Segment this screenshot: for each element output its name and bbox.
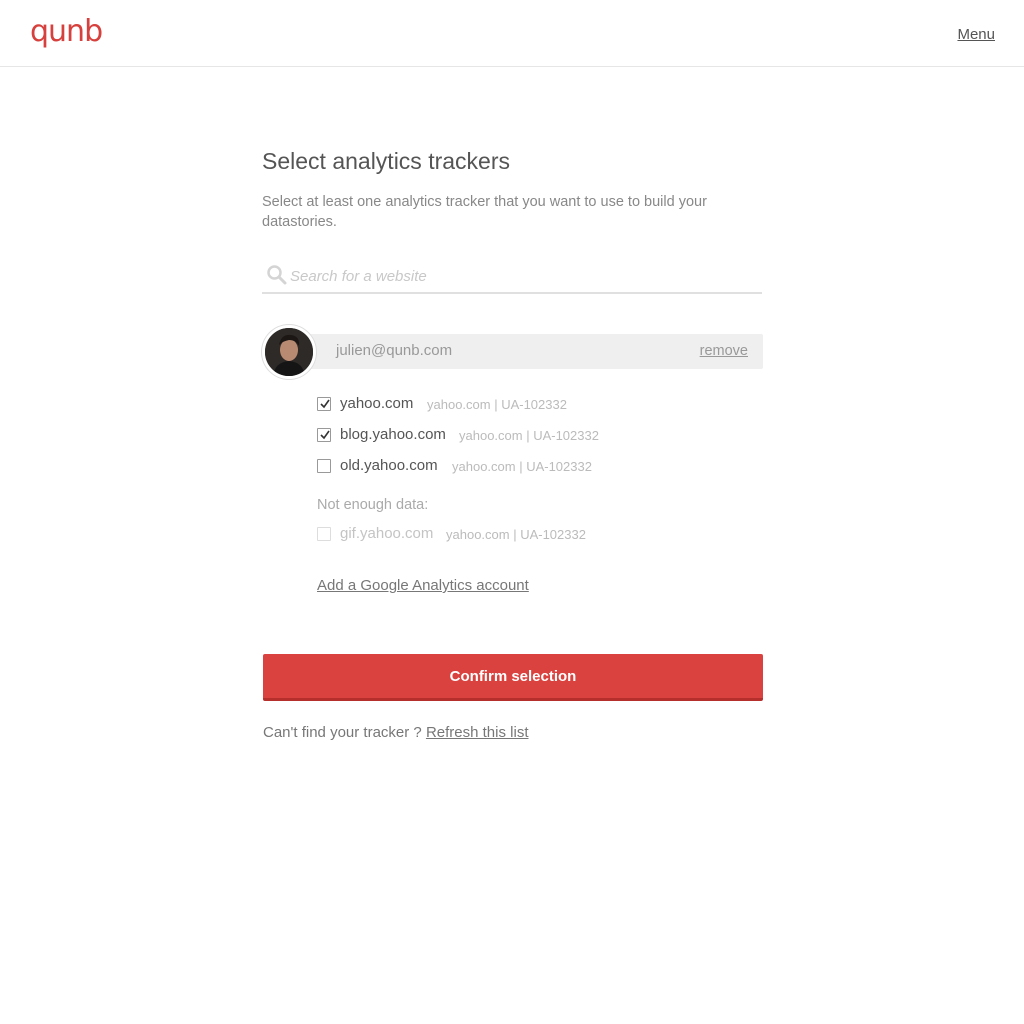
add-google-analytics-account-link[interactable]: Add a Google Analytics account (317, 577, 529, 594)
qunb-logo[interactable]: qunb (30, 14, 103, 50)
tracker-meta: yahoo.com | UA-102332 (452, 459, 592, 474)
tracker-checkbox-disabled (317, 527, 331, 541)
top-header: qunb Menu (0, 0, 1024, 67)
tracker-item[interactable]: old.yahoo.com yahoo.com | UA-102332 (317, 456, 757, 476)
menu-link[interactable]: Menu (957, 26, 995, 43)
page-title: Select analytics trackers (262, 148, 510, 174)
tracker-checkbox[interactable] (317, 428, 331, 442)
tracker-meta: yahoo.com | UA-102332 (427, 397, 567, 412)
checkmark-icon (320, 430, 330, 440)
tracker-name: yahoo.com (340, 395, 414, 412)
confirm-selection-button[interactable]: Confirm selection (263, 654, 763, 701)
cant-find-text: Can't find your tracker ? (263, 724, 422, 741)
user-avatar-icon (265, 328, 313, 376)
tracker-meta: yahoo.com | UA-102332 (459, 428, 599, 443)
refresh-list-link[interactable]: Refresh this list (426, 724, 529, 741)
tracker-name: gif.yahoo.com (340, 525, 434, 542)
checkmark-icon (320, 399, 330, 409)
avatar (262, 325, 316, 379)
tracker-name: old.yahoo.com (340, 457, 438, 474)
tracker-item[interactable]: blog.yahoo.com yahoo.com | UA-102332 (317, 425, 757, 445)
search-icon (266, 264, 288, 286)
tracker-checkbox[interactable] (317, 459, 331, 473)
remove-account-link[interactable]: remove (700, 343, 748, 359)
account-email: julien@qunb.com (336, 342, 453, 359)
tracker-name: blog.yahoo.com (340, 426, 446, 443)
tracker-meta: yahoo.com | UA-102332 (446, 527, 586, 542)
page-subtitle: Select at least one analytics tracker th… (262, 194, 707, 230)
tracker-item-disabled: gif.yahoo.com yahoo.com | UA-102332 (317, 524, 757, 544)
tracker-item[interactable]: yahoo.com yahoo.com | UA-102332 (317, 394, 757, 414)
account-bar: julien@qunb.com remove (290, 334, 763, 369)
search-input[interactable] (290, 263, 750, 289)
not-enough-data-label: Not enough data: (317, 497, 429, 513)
search-box (262, 260, 762, 294)
tracker-checkbox[interactable] (317, 397, 331, 411)
footer-note: Can't find your tracker ? Refresh this l… (263, 724, 529, 741)
